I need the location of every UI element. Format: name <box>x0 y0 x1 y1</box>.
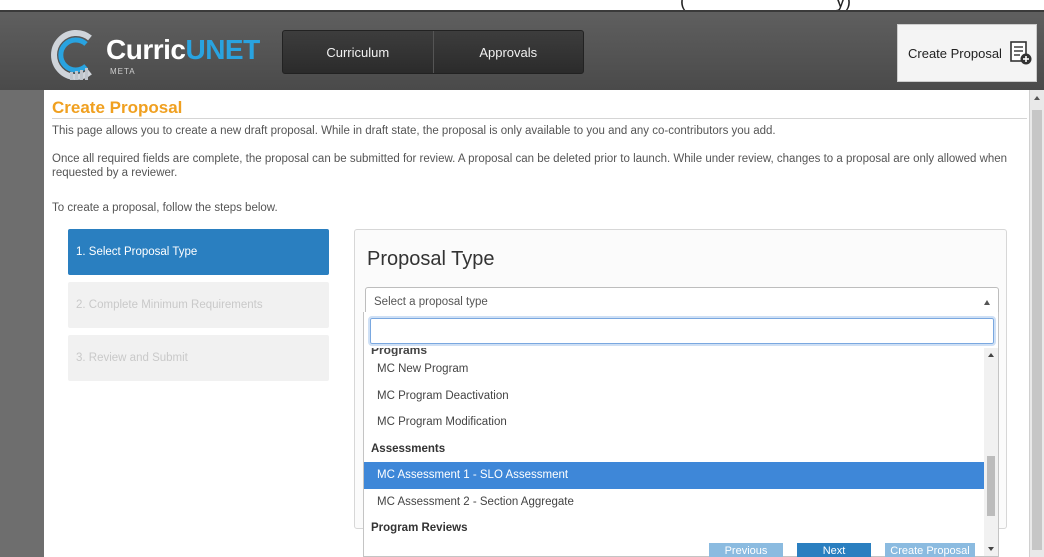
logo[interactable]: CurricUNET META <box>46 26 260 84</box>
panel-title: Proposal Type <box>367 248 495 270</box>
create-proposal-button[interactable]: Create Proposal <box>897 24 1037 82</box>
footer-buttons: Previous Next Create Proposal <box>709 543 975 557</box>
left-side-strip <box>0 90 44 557</box>
option-mc-new-program[interactable]: MC New Program <box>364 356 984 383</box>
nav-tab-approvals[interactable]: Approvals <box>434 31 584 73</box>
app-header: CurricUNET META Curriculum Approvals Cre… <box>0 10 1044 90</box>
logo-mark-icon <box>51 30 92 80</box>
option-group-assessments: Assessments <box>371 442 446 455</box>
nav-tab-curriculum[interactable]: Curriculum <box>283 31 434 73</box>
dropdown-search-wrap <box>368 316 996 346</box>
select-placeholder: Select a proposal type <box>374 295 488 308</box>
step-review-and-submit[interactable]: 3. Review and Submit <box>68 335 329 381</box>
logo-text: CurricUNET <box>106 34 260 66</box>
create-proposal-label: Create Proposal <box>908 45 1002 61</box>
page-scrollbar[interactable] <box>1029 90 1044 557</box>
description-draft: This page allows you to create a new dra… <box>52 125 776 137</box>
title-divider <box>52 118 1027 119</box>
page-title: Create Proposal <box>52 98 183 117</box>
logo-text-accent: UNET <box>185 34 260 65</box>
dropdown-options: Programs MC New Program MC Program Deact… <box>364 348 984 542</box>
create-proposal-submit-button[interactable]: Create Proposal <box>885 543 975 557</box>
next-button[interactable]: Next <box>797 543 871 557</box>
option-mc-assessment-1[interactable]: MC Assessment 1 - SLO Assessment <box>364 462 984 489</box>
option-mc-assessment-2[interactable]: MC Assessment 2 - Section Aggregate <box>364 489 984 516</box>
proposal-type-dropdown: Programs MC New Program MC Program Deact… <box>363 312 999 557</box>
option-mc-program-modification[interactable]: MC Program Modification <box>364 409 984 436</box>
logo-text-main: Curric <box>106 34 186 65</box>
description-steps: To create a proposal, follow the steps b… <box>52 202 278 214</box>
dropdown-search-input[interactable] <box>368 316 996 346</box>
steps-list: 1. Select Proposal Type 2. Complete Mini… <box>68 229 329 388</box>
step-select-proposal-type[interactable]: 1. Select Proposal Type <box>68 229 329 275</box>
previous-button[interactable]: Previous <box>709 543 783 557</box>
option-group-program-reviews: Program Reviews <box>371 522 468 535</box>
dropdown-scroll-down-icon[interactable] <box>988 547 994 551</box>
option-group-programs: Programs <box>371 348 428 356</box>
top-cutoff-text: ( y) <box>0 0 1044 11</box>
dropdown-scroll-thumb[interactable] <box>987 456 995 516</box>
page-scroll-thumb[interactable] <box>1032 110 1042 550</box>
dropdown-scrollbar[interactable] <box>984 348 998 556</box>
chevron-up-icon <box>984 300 990 305</box>
add-document-icon <box>1010 41 1032 65</box>
logo-subtitle: META <box>110 67 136 76</box>
description-review: Once all required fields are complete, t… <box>52 153 1008 179</box>
step-complete-minimum-requirements[interactable]: 2. Complete Minimum Requirements <box>68 282 329 328</box>
option-mc-program-deactivation[interactable]: MC Program Deactivation <box>364 383 984 410</box>
dropdown-scroll-up-icon[interactable] <box>988 353 994 357</box>
main-nav: Curriculum Approvals <box>282 30 584 74</box>
scroll-up-icon[interactable] <box>1034 96 1040 100</box>
